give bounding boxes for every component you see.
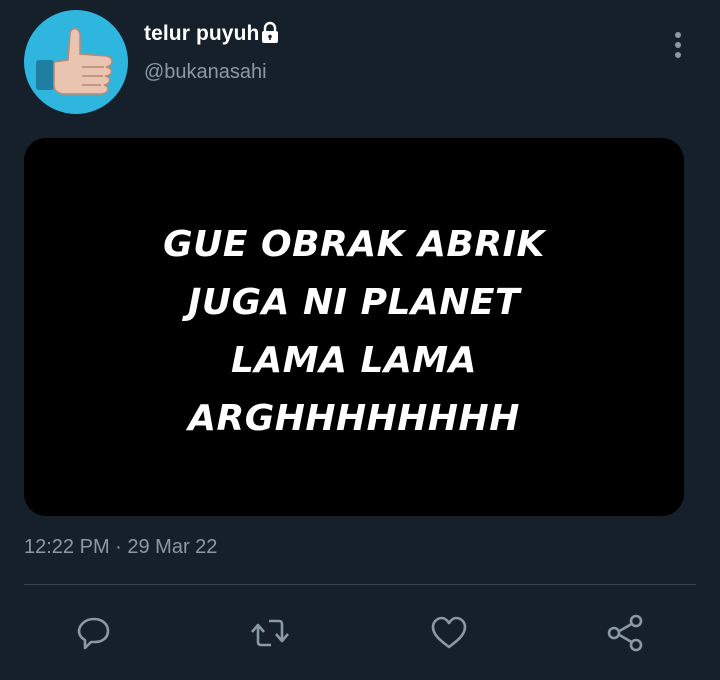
- avatar[interactable]: [24, 10, 128, 114]
- reply-icon: [77, 617, 110, 650]
- share-icon: [607, 614, 643, 652]
- heart-icon: [431, 616, 467, 649]
- like-button[interactable]: [428, 612, 470, 654]
- reply-button[interactable]: [72, 612, 114, 654]
- meme-caption: GUE OBRAK ABRIK JUGA NI PLANET LAMA LAMA…: [24, 216, 684, 448]
- lock-icon: [262, 21, 278, 43]
- retweet-button[interactable]: [249, 612, 291, 654]
- display-name[interactable]: telur puyuh: [144, 22, 259, 46]
- meme-line: JUGA NI PLANET: [187, 282, 521, 323]
- meme-line: ARGHHHHHHHH: [188, 398, 520, 439]
- meme-line: GUE OBRAK ABRIK: [163, 224, 545, 265]
- retweet-icon: [251, 619, 289, 647]
- meme-line: LAMA LAMA: [230, 340, 477, 381]
- more-vertical-icon: [675, 32, 681, 58]
- more-options-button[interactable]: [664, 28, 692, 62]
- share-button[interactable]: [605, 612, 647, 654]
- user-handle[interactable]: @bukanasahi: [144, 61, 267, 84]
- thumbs-up-icon: [36, 28, 113, 95]
- divider: [24, 584, 696, 585]
- tweet-timestamp[interactable]: 12:22 PM · 29 Mar 22: [24, 536, 217, 559]
- tweet-media-image[interactable]: GUE OBRAK ABRIK JUGA NI PLANET LAMA LAMA…: [24, 138, 684, 516]
